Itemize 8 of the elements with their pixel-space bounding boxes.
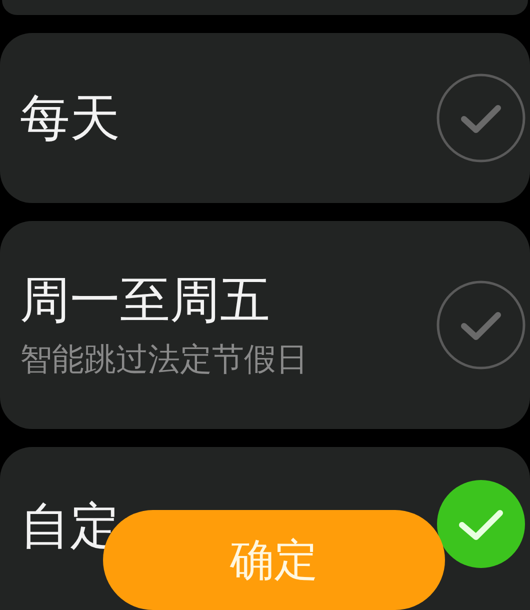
option-card[interactable]: 每天 (0, 33, 530, 203)
check-icon[interactable] (436, 73, 526, 163)
option-card[interactable]: 周一至周五 智能跳过法定节假日 (0, 221, 530, 429)
option-title: 周一至周五 (20, 272, 271, 328)
option-subtitle: 智能跳过法定节假日 (20, 342, 309, 378)
check-icon[interactable] (436, 479, 526, 569)
check-icon[interactable] (436, 280, 526, 370)
option-title: 每天 (20, 90, 121, 146)
